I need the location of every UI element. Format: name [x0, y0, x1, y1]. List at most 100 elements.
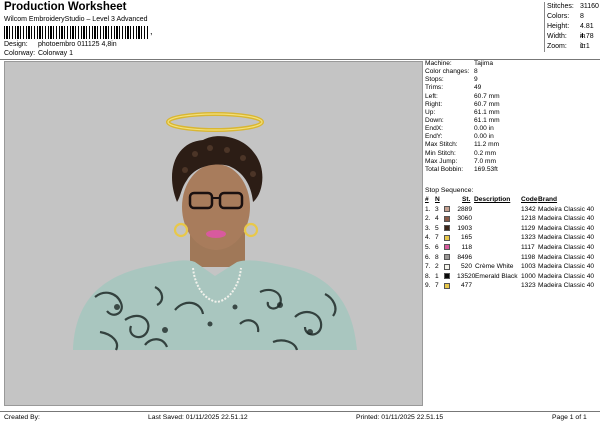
design-label: Design:: [4, 41, 28, 48]
created-by: Created By:: [4, 414, 40, 421]
stop-stitches: 3060: [457, 215, 472, 223]
stop-description: Emerald Black: [475, 272, 518, 280]
stop-stitches: 8496: [457, 253, 472, 261]
stat-zoom: Zoom: 1:1: [547, 43, 590, 50]
design-value: photoembro 011125 4,8in: [37, 41, 117, 48]
software-subtitle: Wilcom EmbroideryStudio – Level 3 Advanc…: [4, 16, 148, 23]
machine-row: Machine: Tajima: [425, 60, 494, 67]
colorway-label: Colorway:: [4, 50, 36, 57]
down-row: Down: 61.1 mm: [425, 116, 500, 124]
stop-row: 9. 7 477 1323 Madeira Classic 40: [425, 281, 600, 291]
col-st: St.: [462, 196, 471, 203]
stop-brand: Madeira Classic 40: [538, 253, 595, 261]
stop-brand: Madeira Classic 40: [538, 243, 595, 251]
stop-row: 6. 8 8496 1198 Madeira Classic 40: [425, 253, 600, 263]
color-changes-row: Color changes: 8: [425, 68, 478, 76]
stop-stitches: 165: [460, 234, 472, 242]
colorway-value: Colorway 1: [37, 50, 73, 57]
col-num: #: [425, 196, 429, 203]
stop-code: 1218: [521, 215, 536, 223]
col-description: Description: [474, 196, 511, 203]
stop-brand: Madeira Classic 40: [538, 272, 595, 280]
thread-color-swatch: [444, 263, 450, 270]
printed-date: Printed: 01/11/2025 22.51.15: [356, 414, 444, 421]
max-jump-row: Max Jump: 7.0 mm: [425, 157, 496, 165]
stop-description: Crème White: [475, 263, 514, 271]
stop-sequence-header: # N St. Description Code Brand: [425, 195, 600, 205]
stop-num: 5.: [425, 243, 431, 251]
col-code: Code: [521, 196, 538, 203]
stop-code: 1323: [521, 234, 536, 242]
stop-num: 1.: [425, 205, 431, 213]
stop-code: 1117: [521, 243, 535, 251]
design-preview: [4, 61, 423, 406]
design-row: Design: photoembro 011125 4,8in: [4, 41, 117, 48]
stop-stitches: 1903: [457, 224, 472, 232]
thread-color-swatch: [444, 273, 450, 280]
stop-needle: 6: [435, 243, 439, 251]
stop-needle: 4: [435, 215, 439, 223]
stop-code: 1003: [521, 263, 536, 271]
stop-code: 1198: [521, 253, 536, 261]
stop-num: 4.: [425, 234, 431, 242]
colorway-row: Colorway: Colorway 1: [4, 50, 73, 57]
stop-needle: 8: [435, 253, 439, 261]
stat-colors: Colors: 8: [547, 13, 584, 20]
up-row: Up: 61.1 mm: [425, 108, 500, 116]
stat-height: Height: 4.81 in: [547, 23, 594, 40]
endx-row: EndX: 0.00 in: [425, 125, 494, 133]
stop-stitches: 520: [460, 263, 472, 271]
stop-code: 1000: [521, 272, 536, 280]
stop-brand: Madeira Classic 40: [538, 205, 595, 213]
stop-brand: Madeira Classic 40: [538, 282, 595, 290]
stats-panel: Stitches: 31160 Colors: 8 Height: 4.81 in W…: [544, 2, 600, 52]
barcode-tail: ,: [150, 26, 153, 36]
stop-row: 3. 5 1903 1129 Madeira Classic 40: [425, 224, 600, 234]
thread-color-swatch: [444, 215, 450, 222]
stop-row: 7. 2 520 Crème White 1003 Madeira Classic 40: [425, 262, 600, 272]
thread-color-swatch: [444, 254, 450, 261]
thread-color-swatch: [444, 225, 450, 232]
stop-needle: 3: [435, 205, 439, 213]
stop-code: 1323: [521, 282, 536, 290]
footer: Created By: Last Saved: 01/11/2025 22.51…: [0, 411, 600, 423]
stop-num: 6.: [425, 253, 431, 261]
thread-color-swatch: [444, 206, 450, 213]
worksheet-title: Production Worksheet: [4, 1, 127, 13]
stop-num: 7.: [425, 263, 431, 271]
embroidery-portrait-image: [73, 112, 357, 351]
stop-num: 2.: [425, 215, 431, 223]
col-n: N: [435, 196, 440, 203]
barcode: [4, 26, 148, 39]
trims-row: Trims: 49: [425, 84, 482, 92]
stat-stitches: Stitches: 31160: [547, 3, 599, 10]
stops-row: Stops: 9: [425, 76, 478, 84]
stop-brand: Madeira Classic 40: [538, 234, 595, 242]
endy-row: EndY: 0.00 in: [425, 133, 494, 141]
stop-needle: 7: [435, 234, 439, 242]
stop-stitches: 13520: [457, 272, 476, 280]
thread-color-swatch: [444, 234, 450, 241]
total-bobbin-row: Total Bobbin: 169.53ft: [425, 165, 498, 173]
max-stitch-row: Max Stitch: 11.2 mm: [425, 141, 500, 149]
stop-row: 5. 6 118 1117 Madeira Classic 40: [425, 243, 600, 253]
stop-sequence-table: Stop Sequence: # N St. Description Code …: [425, 186, 600, 291]
stop-needle: 1: [435, 272, 439, 280]
stop-num: 9.: [425, 282, 431, 290]
stop-sequence-title: Stop Sequence:: [425, 187, 474, 194]
stat-width: Width: 4.78 in: [547, 33, 594, 50]
thread-color-swatch: [444, 282, 450, 289]
stop-brand: Madeira Classic 40: [538, 215, 595, 223]
machine-info-panel: Machine: Tajima Color changes: 8 Stops: 9 T…: [425, 60, 600, 174]
stop-stitches: 477: [460, 282, 472, 290]
stop-needle: 5: [435, 224, 439, 232]
stop-needle: 2: [435, 263, 439, 271]
stop-stitches: 2889: [457, 205, 472, 213]
stop-num: 8.: [425, 272, 431, 280]
last-saved: Last Saved: 01/11/2025 22.51.12: [148, 414, 248, 421]
min-stitch-row: Min Stitch: 0.2 mm: [425, 149, 496, 157]
stop-num: 3.: [425, 224, 431, 232]
thread-color-swatch: [444, 244, 450, 251]
stop-brand: Madeira Classic 40: [538, 263, 595, 271]
stop-stitches: 118: [461, 243, 472, 251]
